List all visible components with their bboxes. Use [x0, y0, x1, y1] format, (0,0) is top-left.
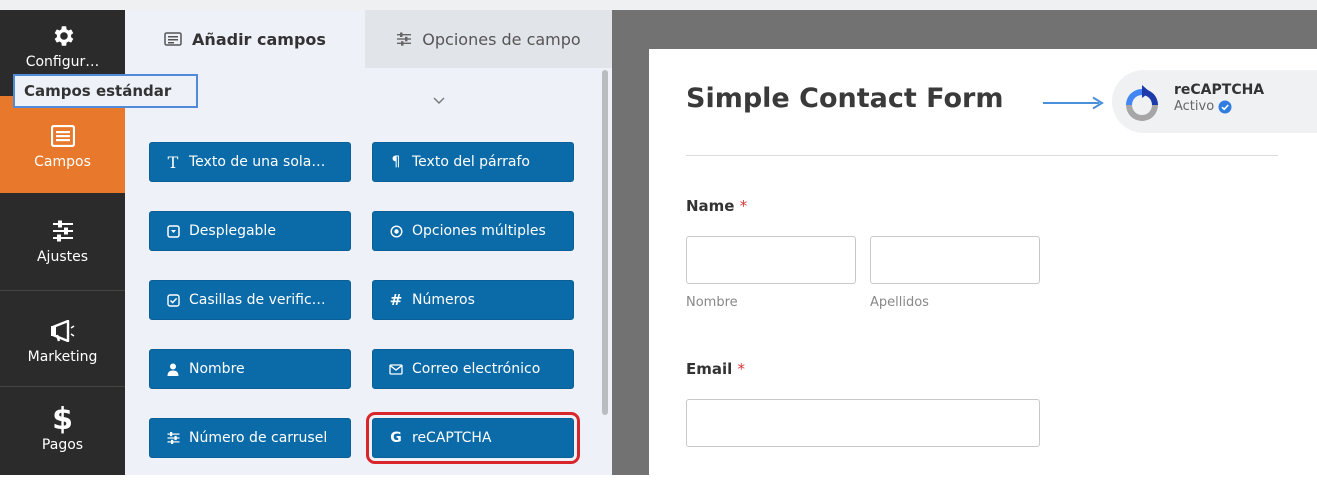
- email-field-label: Email *: [686, 360, 745, 378]
- last-name-sublabel: Apellidos: [870, 295, 929, 310]
- megaphone-icon: [50, 313, 76, 349]
- list-icon: [164, 32, 182, 46]
- field-button-email[interactable]: Correo electrónico: [372, 349, 574, 389]
- tab-add-fields[interactable]: Añadir campos: [125, 10, 365, 68]
- nav-item-marketing[interactable]: Marketing: [0, 291, 125, 387]
- email-label-text: Email: [686, 360, 733, 378]
- form-title: Simple Contact Form: [686, 83, 1004, 114]
- user-icon: [166, 363, 180, 376]
- field-button-label: Texto del párrafo: [412, 154, 530, 170]
- required-asterisk: *: [739, 197, 748, 215]
- badge-status: Activo: [1174, 99, 1232, 114]
- field-button-label: Número de carrusel: [189, 430, 328, 446]
- verified-check-icon: [1218, 100, 1232, 114]
- field-button-label: Desplegable: [189, 223, 276, 239]
- dollar-icon: $: [52, 401, 73, 437]
- tab-field-options[interactable]: Opciones de campo: [365, 10, 612, 68]
- last-name-input[interactable]: [870, 236, 1040, 284]
- form-title-divider: [686, 155, 1278, 156]
- section-title: Campos estándar: [24, 82, 172, 100]
- sliders-icon: [51, 213, 75, 249]
- nav-item-label: Marketing: [27, 349, 98, 365]
- text-icon: T: [167, 152, 179, 172]
- dropdown-icon: [166, 224, 180, 238]
- recaptcha-logo-icon: [1122, 85, 1162, 129]
- field-button-label: Texto de una sola…: [189, 154, 326, 170]
- radio-icon: [389, 224, 403, 238]
- field-button-label: Correo electrónico: [412, 361, 541, 377]
- email-input[interactable]: [686, 399, 1040, 447]
- badge-title: reCAPTCHA: [1174, 82, 1265, 98]
- field-button-paragraph-text[interactable]: ¶ Texto del párrafo: [372, 142, 574, 182]
- field-button-number-slider[interactable]: Número de carrusel: [149, 418, 351, 458]
- fields-icon: [50, 118, 75, 154]
- panel-tabs: Añadir campos Opciones de campo: [125, 10, 612, 68]
- field-button-label: reCAPTCHA: [412, 430, 492, 446]
- nav-item-label: Campos: [34, 154, 91, 170]
- required-asterisk: *: [737, 360, 746, 378]
- first-name-input[interactable]: [686, 236, 856, 284]
- field-button-dropdown[interactable]: Desplegable: [149, 211, 351, 251]
- panel-scrollbar[interactable]: [602, 70, 608, 415]
- name-label-text: Name: [686, 197, 735, 215]
- hash-icon: #: [389, 291, 403, 309]
- field-button-recaptcha[interactable]: G reCAPTCHA: [366, 412, 580, 464]
- gear-icon: [50, 18, 76, 54]
- field-button-label: Números: [412, 292, 475, 308]
- sliders-icon: [396, 32, 412, 46]
- field-button-label: Casillas de verific…: [189, 292, 326, 308]
- checkbox-icon: [166, 293, 180, 307]
- nav-item-fields[interactable]: Campos: [0, 96, 125, 193]
- nav-item-label: Configur…: [25, 54, 100, 70]
- field-button-label: Nombre: [189, 361, 245, 377]
- nav-item-label: Pagos: [41, 437, 84, 453]
- field-button-label: Opciones múltiples: [412, 223, 546, 239]
- field-button-multiple-choice[interactable]: Opciones múltiples: [372, 211, 574, 251]
- tab-label: Añadir campos: [192, 29, 326, 49]
- chevron-down-icon[interactable]: [433, 90, 445, 109]
- sliders-icon: [166, 432, 180, 444]
- envelope-icon: [389, 363, 403, 375]
- nav-item-label: Ajustes: [36, 249, 89, 265]
- field-button-numbers[interactable]: # Números: [372, 280, 574, 320]
- arrow-right-icon: [1043, 95, 1105, 114]
- section-standard-fields[interactable]: Campos estándar: [13, 74, 198, 108]
- paragraph-icon: ¶: [391, 154, 401, 170]
- field-button-name[interactable]: Nombre: [149, 349, 351, 389]
- builder-sidebar: Configur… Campos Ajustes Marketing $ Pag…: [0, 0, 125, 475]
- tab-label: Opciones de campo: [422, 29, 581, 49]
- name-field-label: Name *: [686, 197, 747, 215]
- google-icon: G: [390, 430, 402, 446]
- badge-status-text: Activo: [1174, 99, 1215, 114]
- field-button-checkboxes[interactable]: Casillas de verific…: [149, 280, 351, 320]
- field-button-single-line-text[interactable]: T Texto de una sola…: [149, 142, 351, 182]
- nav-item-settings[interactable]: Ajustes: [0, 193, 125, 291]
- nav-item-payments[interactable]: $ Pagos: [0, 387, 125, 485]
- first-name-sublabel: Nombre: [686, 295, 738, 310]
